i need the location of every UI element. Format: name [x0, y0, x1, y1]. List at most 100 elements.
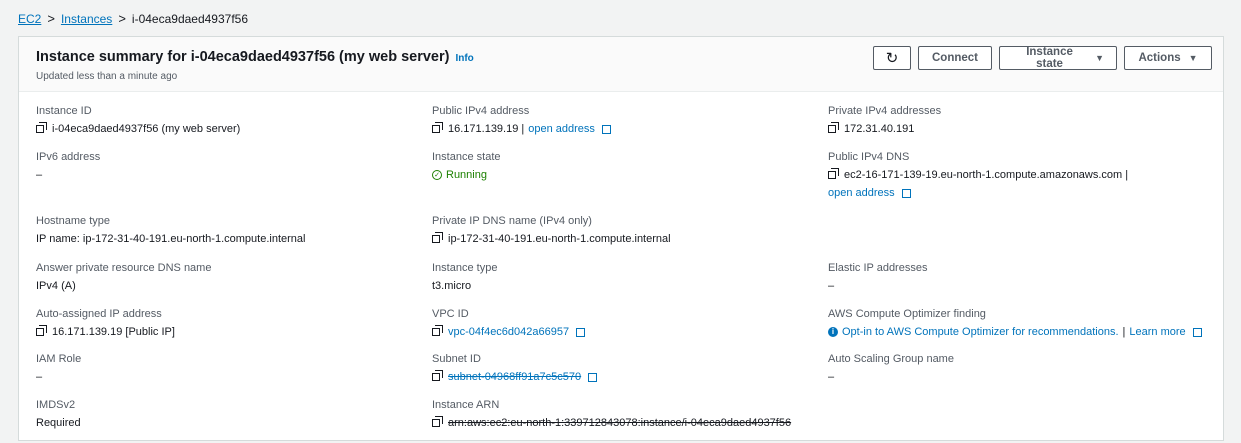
info-link[interactable]: Info [455, 53, 473, 64]
breadcrumb-instances[interactable]: Instances [61, 12, 112, 26]
field-subnet-id: Subnet ID subnet-04968ff91a7c5c570 [432, 352, 812, 384]
vpc-id-link[interactable]: vpc-04f4ec6d042a66957 [448, 325, 569, 339]
check-circle-icon: ✓ [432, 170, 442, 180]
iam-role-value: – [36, 371, 43, 383]
field-instance-arn: Instance ARN arn:aws:ec2:eu-north-1:3397… [432, 398, 812, 430]
field-instance-type: Instance type t3.micro [432, 261, 812, 293]
field-label: Subnet ID [432, 353, 481, 365]
field-label: Hostname type [36, 215, 110, 227]
field-label: Auto Scaling Group name [828, 353, 954, 365]
field-asg-name: Auto Scaling Group name – [828, 352, 1208, 384]
imdsv2-value: Required [36, 417, 81, 429]
copy-icon[interactable] [36, 325, 47, 336]
page-title: Instance summary for i-04eca9daed4937f56… [36, 49, 474, 65]
public-ipv4-value: 16.171.139.19 | [448, 123, 525, 135]
breadcrumb-ec2[interactable]: EC2 [18, 12, 41, 26]
field-label: AWS Compute Optimizer finding [828, 308, 986, 320]
field-value: subnet-04968ff91a7c5c570 [432, 370, 812, 384]
copy-icon[interactable] [432, 416, 443, 427]
field-ipv6: IPv6 address – [36, 150, 416, 182]
answer-dns-value: IPv4 (A) [36, 280, 76, 292]
field-label: Auto-assigned IP address [36, 308, 162, 320]
field-private-dns: Private IP DNS name (IPv4 only) ip-172-3… [432, 214, 812, 246]
field-label: Instance state [432, 151, 501, 163]
optimizer-separator: | [1122, 326, 1126, 338]
instance-summary-panel: Instance summary for i-04eca9daed4937f56… [18, 36, 1224, 441]
field-instance-id: Instance ID i-04eca9daed4937f56 (my web … [36, 104, 416, 136]
actions-button[interactable]: Actions ▼ [1124, 46, 1212, 70]
asg-name-value: – [828, 371, 835, 383]
updated-text: Updated less than a minute ago [36, 71, 178, 82]
hostname-type-value: IP name: ip-172-31-40-191.eu-north-1.com… [36, 233, 306, 245]
field-instance-state: Instance state ✓ Running [432, 150, 812, 182]
external-link-icon[interactable] [1192, 327, 1202, 337]
open-address-link[interactable]: open address [528, 122, 595, 136]
field-label: Private IPv4 addresses [828, 105, 942, 117]
field-label: VPC ID [432, 308, 469, 320]
field-value: ip-172-31-40-191.eu-north-1.compute.inte… [432, 232, 812, 246]
field-value: ec2-16-171-139-19.eu-north-1.compute.ama… [828, 168, 1208, 200]
ipv6-value: – [36, 169, 43, 181]
field-label: Private IP DNS name (IPv4 only) [432, 215, 592, 227]
external-link-icon[interactable] [588, 372, 598, 382]
field-value: ✓ Running [432, 168, 812, 182]
refresh-button[interactable]: ↻ [873, 46, 911, 70]
private-ipv4-value: 172.31.40.191 [844, 123, 915, 135]
copy-icon[interactable] [432, 122, 443, 133]
title-text: Instance summary for i-04eca9daed4937f56… [36, 49, 450, 65]
external-link-icon[interactable] [601, 124, 611, 134]
connect-button[interactable]: Connect [918, 46, 992, 70]
field-public-ipv4: Public IPv4 address 16.171.139.19 | open … [432, 104, 812, 136]
field-private-ipv4: Private IPv4 addresses 172.31.40.191 [828, 104, 1208, 136]
field-label: Elastic IP addresses [828, 262, 928, 274]
subnet-id-link[interactable]: subnet-04968ff91a7c5c570 [448, 370, 581, 384]
caret-down-icon: ▼ [1188, 53, 1198, 63]
field-value: 16.171.139.19 | open address [432, 122, 812, 136]
external-link-icon[interactable] [901, 188, 911, 198]
auto-ip-value: 16.171.139.19 [Public IP] [52, 326, 175, 338]
copy-icon[interactable] [432, 325, 443, 336]
field-value: i-04eca9daed4937f56 (my web server) [36, 122, 416, 136]
dns-link-line: open address [828, 186, 1208, 200]
public-dns-value: ec2-16-171-139-19.eu-north-1.compute.ama… [844, 169, 1129, 181]
copy-icon[interactable] [432, 232, 443, 243]
field-value: 172.31.40.191 [828, 122, 1208, 136]
field-label: Instance ARN [432, 399, 500, 411]
private-dns-value: ip-172-31-40-191.eu-north-1.compute.inte… [448, 233, 671, 245]
breadcrumb-current: i-04eca9daed4937f56 [131, 11, 249, 26]
field-public-dns: Public IPv4 DNS ec2-16-171-139-19.eu-nor… [828, 150, 1208, 200]
field-label: Public IPv4 DNS [828, 151, 910, 163]
field-label: Instance ID [36, 105, 92, 117]
field-value: vpc-04f4ec6d042a66957 [432, 325, 812, 339]
copy-icon[interactable] [432, 370, 443, 381]
field-hostname-type: Hostname type IP name: ip-172-31-40-191.… [36, 214, 416, 246]
copy-icon[interactable] [828, 168, 839, 179]
panel-header: Instance summary for i-04eca9daed4937f56… [19, 37, 1223, 92]
field-label: Public IPv4 address [432, 105, 530, 117]
instance-state-label: Instance state [1026, 46, 1073, 70]
open-address-link[interactable]: open address [828, 186, 895, 200]
field-label: IPv6 address [36, 151, 101, 163]
instance-type-value: t3.micro [432, 280, 472, 292]
field-imdsv2: IMDSv2 Required [36, 398, 416, 430]
instance-state-button[interactable]: Instance state ▼ [999, 46, 1117, 70]
actions-label: Actions [1138, 52, 1181, 64]
instance-state-value: Running [446, 169, 487, 181]
field-label: IMDSv2 [36, 399, 76, 411]
breadcrumb: EC2 > Instances > i-04eca9daed4937f56 [18, 11, 248, 26]
copy-icon[interactable] [828, 122, 839, 133]
field-value: i Opt-in to AWS Compute Optimizer for rec… [828, 325, 1218, 339]
field-label: Answer private resource DNS name [36, 262, 212, 274]
learn-more-link[interactable]: Learn more [1129, 325, 1185, 339]
field-optimizer: AWS Compute Optimizer finding i Opt-in to… [828, 307, 1218, 339]
field-auto-ip: Auto-assigned IP address 16.171.139.19 [… [36, 307, 416, 339]
field-iam-role: IAM Role – [36, 352, 416, 384]
external-link-icon[interactable] [576, 327, 586, 337]
dns-line: ec2-16-171-139-19.eu-north-1.compute.ama… [828, 168, 1208, 182]
optimizer-opt-in-link[interactable]: Opt-in to AWS Compute Optimizer for reco… [842, 325, 1119, 339]
field-value: 16.171.139.19 [Public IP] [36, 325, 416, 339]
field-label: Instance type [432, 262, 498, 274]
instance-arn-value: arn:aws:ec2:eu-north-1:339712843078:inst… [448, 417, 792, 429]
elastic-ip-value: – [828, 280, 835, 292]
copy-icon[interactable] [36, 122, 47, 133]
